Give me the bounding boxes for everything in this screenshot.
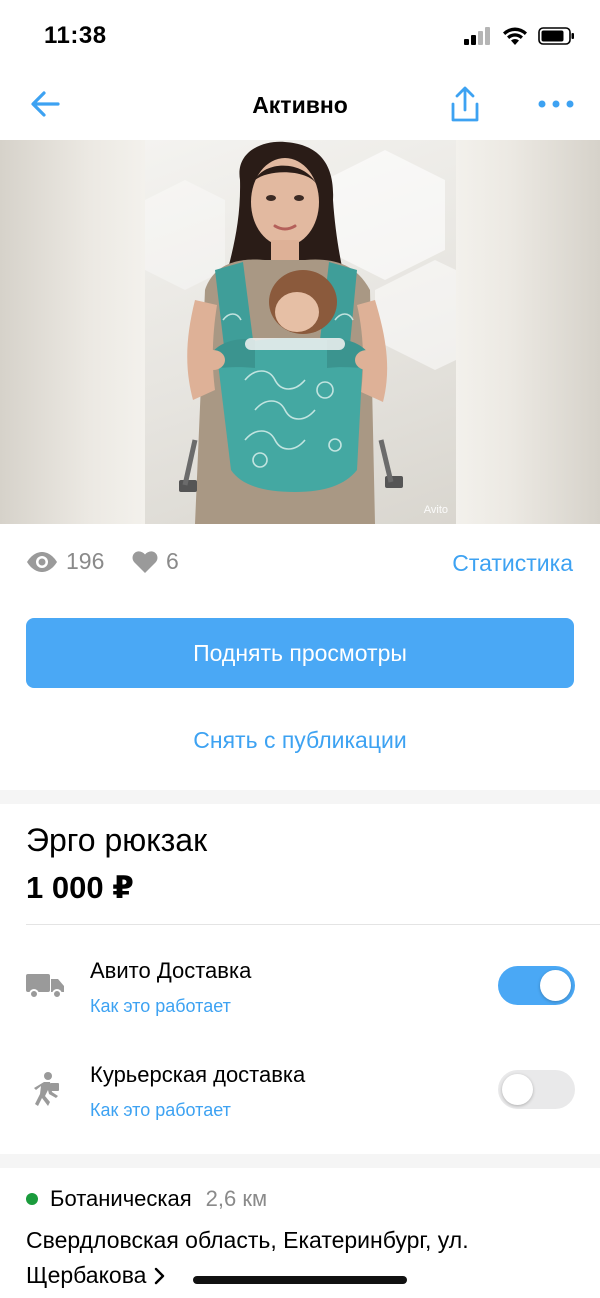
- avito-delivery-toggle[interactable]: [498, 966, 575, 1005]
- signal-icon: [464, 27, 490, 45]
- photo-watermark: Avito: [423, 504, 448, 516]
- statistics-link[interactable]: Статистика: [452, 550, 573, 577]
- product-photo-illustration: [145, 141, 456, 524]
- views-count: 196: [66, 548, 105, 574]
- divider: [26, 924, 600, 925]
- battery-icon: [538, 27, 574, 45]
- delivery-option-courier: Курьерская доставка Как это работает: [0, 1062, 600, 1142]
- toggle-knob: [540, 970, 571, 1001]
- delivery-option-avito: Авито Доставка Как это работает: [0, 958, 600, 1038]
- status-bar: 11:38: [0, 0, 600, 72]
- courier-delivery-toggle[interactable]: [498, 1070, 575, 1109]
- metro-name: Ботаническая: [50, 1186, 192, 1211]
- address-link[interactable]: Щербакова: [26, 1262, 166, 1289]
- page-title: Активно: [252, 92, 348, 118]
- favorites-count: 6: [166, 548, 179, 574]
- how-it-works-link[interactable]: Как это работает: [90, 1100, 231, 1121]
- photo-gallery[interactable]: Avito: [0, 140, 600, 524]
- status-time: 11:38: [44, 22, 107, 49]
- more-dots-icon[interactable]: [536, 94, 576, 114]
- share-icon[interactable]: [446, 84, 484, 124]
- item-price: 1 000 ₽: [26, 870, 134, 905]
- toggle-knob: [502, 1074, 533, 1105]
- walking-courier-icon: [34, 1072, 59, 1106]
- chevron-right-icon: [155, 1267, 165, 1284]
- address-line-2: Щербакова: [26, 1262, 147, 1288]
- metro-line-dot: [26, 1193, 38, 1205]
- wifi-icon: [503, 27, 527, 45]
- item-title: Эрго рюкзак: [26, 822, 208, 858]
- truck-icon: [26, 974, 64, 999]
- product-photo[interactable]: Avito: [145, 140, 456, 524]
- heart-icon: [132, 550, 158, 573]
- favorites-counter: 6: [132, 548, 179, 575]
- delivery-label: Курьерская доставка: [90, 1062, 306, 1087]
- home-indicator[interactable]: [193, 1276, 407, 1284]
- views-counter: 196: [26, 548, 104, 575]
- metro-station: Ботаническая 2,6 км: [26, 1186, 267, 1212]
- status-icons: [464, 26, 576, 46]
- eye-icon: [27, 551, 57, 572]
- metro-distance: 2,6 км: [205, 1186, 268, 1211]
- unpublish-button[interactable]: Снять с публикации: [0, 727, 600, 754]
- raise-views-button[interactable]: Поднять просмотры: [26, 618, 574, 688]
- address-line-1: Свердловская область, Екатеринбург, ул.: [26, 1227, 469, 1253]
- section-separator: [0, 790, 600, 804]
- stats-row: 196 6 Статистика: [0, 540, 600, 588]
- delivery-label: Авито Доставка: [90, 958, 252, 983]
- section-separator: [0, 1154, 600, 1168]
- how-it-works-link[interactable]: Как это работает: [90, 996, 231, 1017]
- nav-bar: Активно: [0, 72, 600, 140]
